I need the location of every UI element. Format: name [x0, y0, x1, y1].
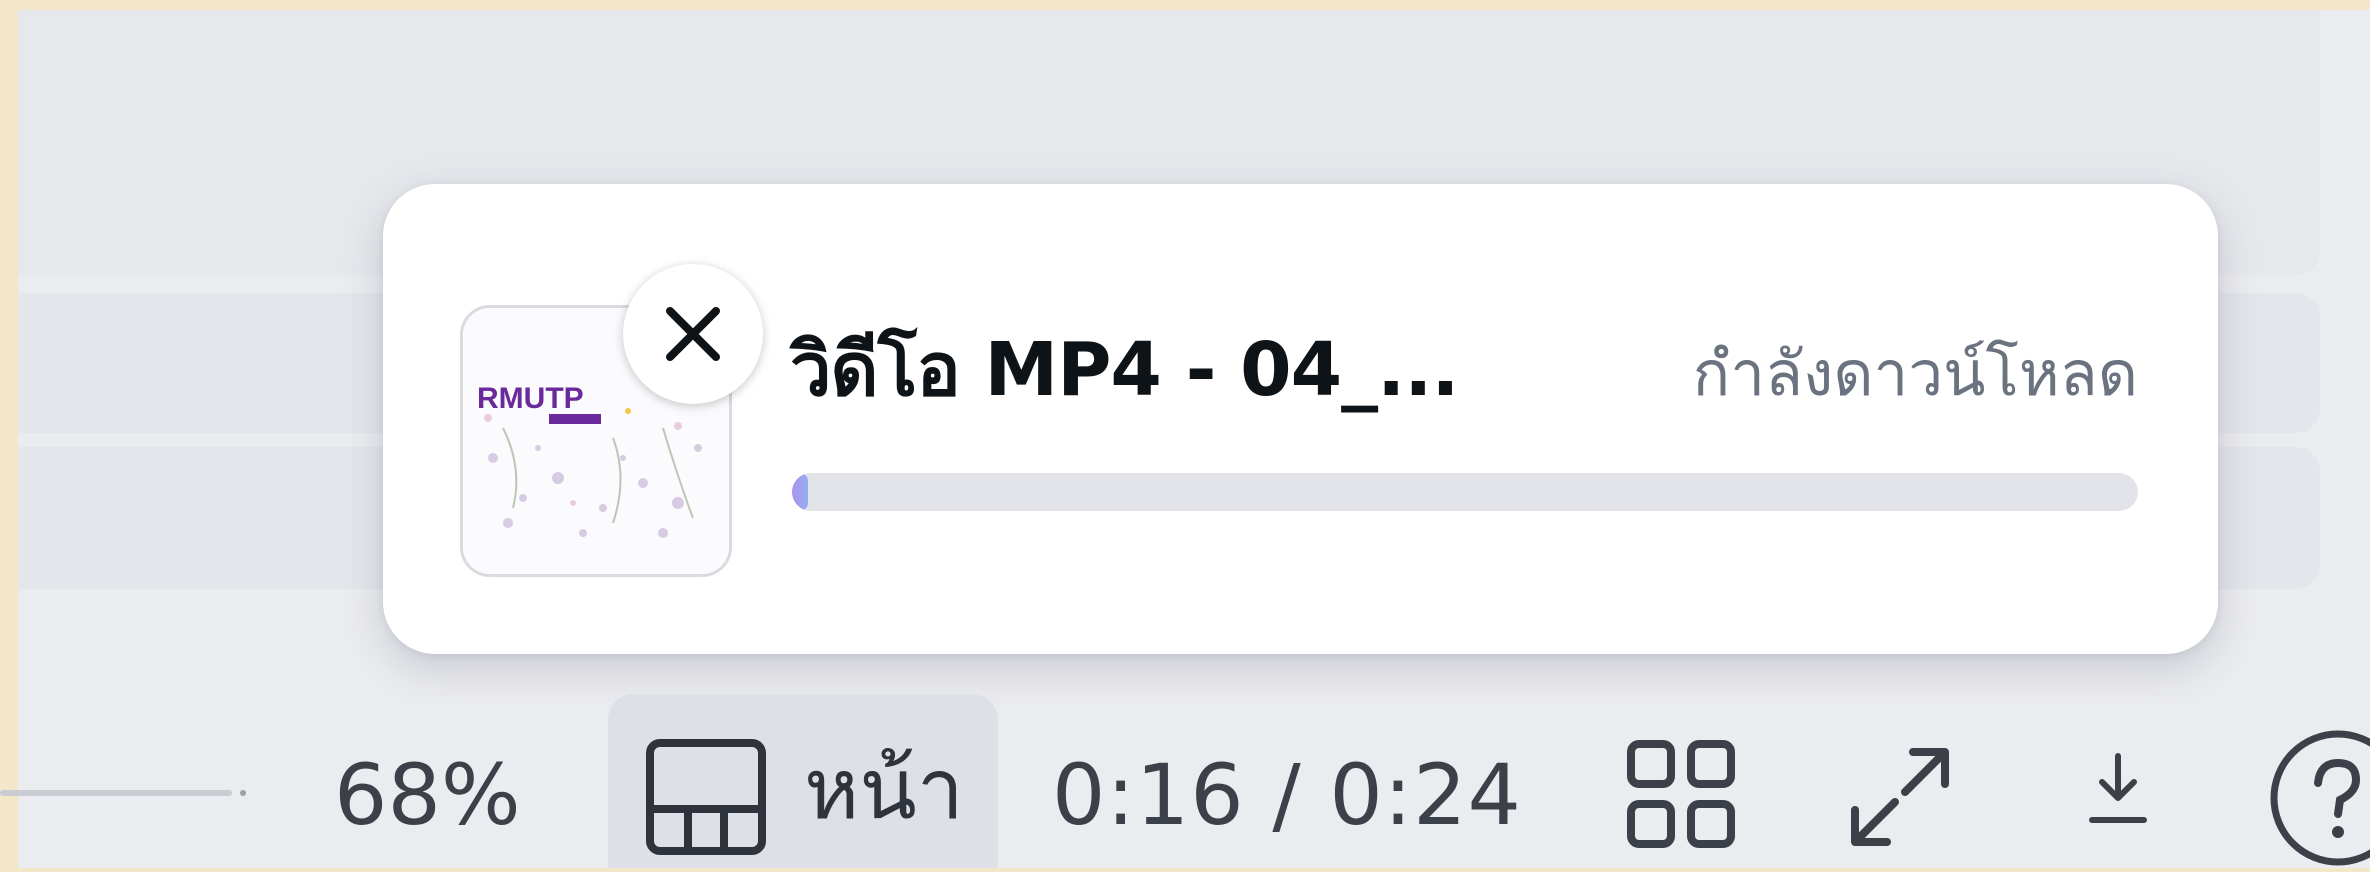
- close-icon: [666, 307, 720, 361]
- zoom-level[interactable]: 68%: [334, 740, 521, 850]
- download-button[interactable]: [2088, 750, 2148, 834]
- help-icon: [2270, 730, 2370, 866]
- zoom-slider-handle[interactable]: [240, 790, 246, 796]
- svg-text:RMUTP: RMUTP: [477, 382, 584, 415]
- download-progress-fill: [792, 473, 809, 511]
- zoom-slider[interactable]: [0, 790, 232, 796]
- pages-view-button[interactable]: หน้า: [608, 694, 998, 868]
- download-status: กำลังดาวน์โหลด: [1692, 337, 2138, 410]
- cancel-download-button[interactable]: [623, 264, 763, 404]
- fullscreen-icon: [1851, 748, 1949, 846]
- download-icon: [2089, 753, 2147, 823]
- pages-layout-icon: [646, 739, 766, 855]
- pages-view-label: หน้า: [804, 740, 964, 838]
- download-progress-bar: [792, 473, 2138, 511]
- grid-view-icon: [1627, 740, 1735, 848]
- grid-view-button[interactable]: [1625, 738, 1737, 854]
- fullscreen-button[interactable]: [1845, 742, 1955, 856]
- download-file-title: วิดีโอ MP4 - 04_...: [790, 327, 1459, 413]
- help-button[interactable]: [2268, 728, 2370, 872]
- download-progress-card: RMUTP วิดีโอ MP4 - 04_... กำลังดาวน์โหลด: [383, 184, 2218, 654]
- playback-time: 0:16 / 0:24: [1052, 746, 1522, 844]
